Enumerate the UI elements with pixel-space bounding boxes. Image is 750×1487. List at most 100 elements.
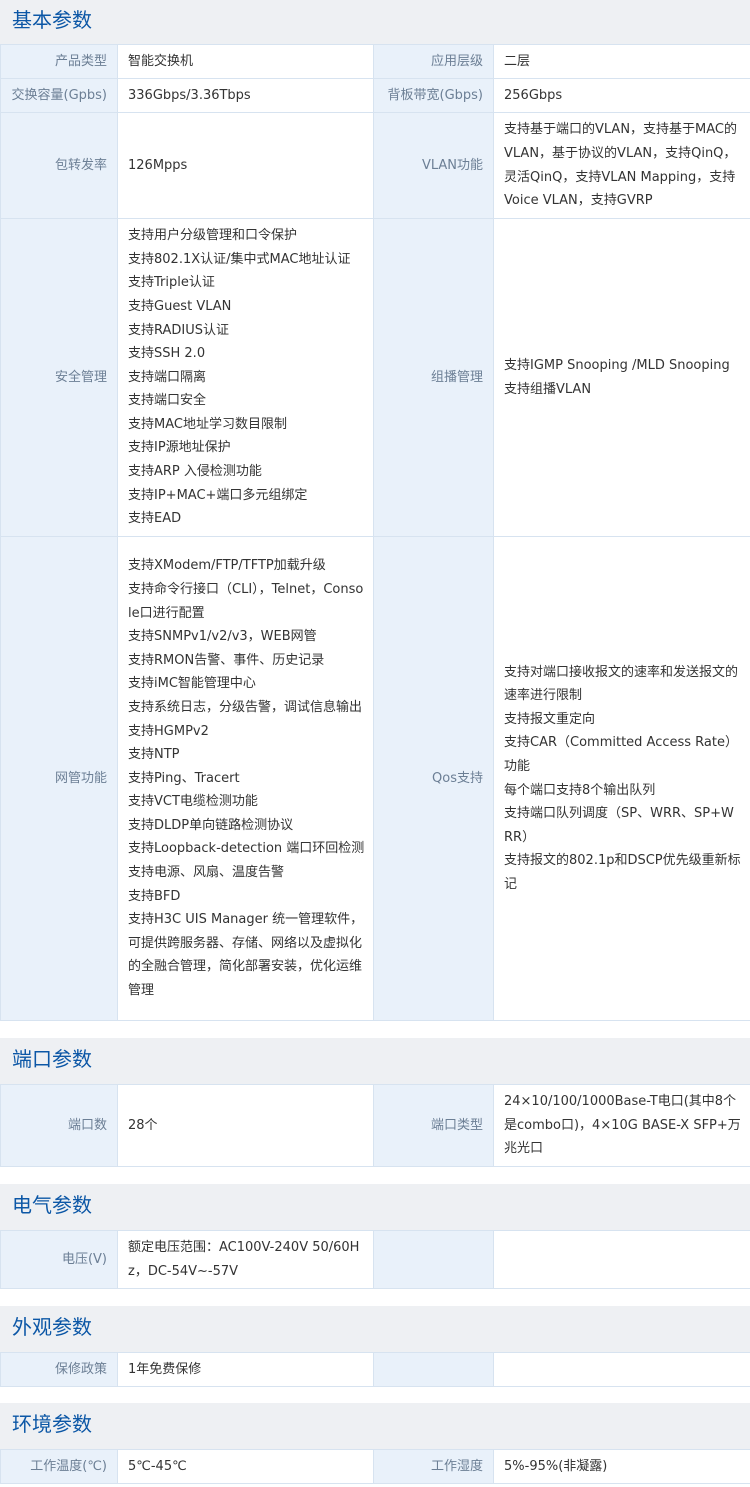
spec-value-line: 支持VCT电缆检测功能 bbox=[128, 794, 258, 810]
spec-value-line: 支持基于端口的VLAN，支持基于MAC的VLAN，基于协议的VLAN，支持Qin… bbox=[504, 122, 738, 209]
section-gap bbox=[0, 1387, 750, 1403]
spec-label: 端口数 bbox=[0, 1084, 118, 1167]
spec-label: Qos支持 bbox=[373, 536, 494, 1021]
section-title-env: 环境参数 bbox=[0, 1403, 750, 1449]
spec-value-line: 28个 bbox=[128, 1117, 158, 1133]
section-title-power: 电气参数 bbox=[0, 1184, 750, 1230]
spec-value-line: 支持报文重定向 bbox=[504, 711, 596, 727]
spec-value bbox=[493, 1230, 750, 1289]
spec-value-line: 支持用户分级管理和口令保护 bbox=[128, 228, 298, 244]
spec-value-line: 支持BFD bbox=[128, 888, 181, 904]
spec-table-port: 端口数 28个 端口类型 24×10/100/1000Base-T电口(其中8个是co… bbox=[0, 1084, 750, 1167]
spec-value-line: 支持对端口接收报文的速率和发送报文的速率进行限制 bbox=[504, 664, 739, 704]
spec-value-line: 5℃-45℃ bbox=[128, 1458, 187, 1474]
spec-value-line: 支持EAD bbox=[128, 511, 182, 527]
spec-value-line: 支持XModem/FTP/TFTP加载升级 bbox=[128, 558, 326, 574]
section-gap bbox=[0, 1021, 750, 1038]
spec-label: 组播管理 bbox=[373, 218, 494, 537]
spec-value: 5℃-45℃ bbox=[117, 1449, 374, 1484]
spec-value: 支持基于端口的VLAN，支持基于MAC的VLAN，基于协议的VLAN，支持Qin… bbox=[493, 112, 750, 219]
spec-value-line: 支持IP+MAC+端口多元组绑定 bbox=[128, 487, 308, 503]
spec-value-line: 126Mpps bbox=[128, 157, 188, 173]
section-gap bbox=[0, 1289, 750, 1306]
spec-value: 24×10/100/1000Base-T电口(其中8个是combo口)，4×10… bbox=[493, 1084, 750, 1167]
spec-value-line: 支持系统日志，分级告警，调试信息输出 bbox=[128, 699, 363, 715]
spec-row: 工作温度(℃) 5℃-45℃ 工作湿度 5%-95%(非凝露) bbox=[0, 1449, 750, 1484]
spec-value-line: 支持NTP bbox=[128, 747, 180, 763]
spec-value-line: 支持HGMPv2 bbox=[128, 723, 209, 739]
spec-label: 安全管理 bbox=[0, 218, 118, 537]
spec-value-line: 二层 bbox=[504, 53, 531, 69]
spec-value-line: 支持RADIUS认证 bbox=[128, 322, 230, 338]
spec-value-line: 支持IP源地址保护 bbox=[128, 440, 231, 456]
spec-row: 包转发率 126Mpps VLAN功能 支持基于端口的VLAN，支持基于MAC的VLA… bbox=[0, 112, 750, 219]
spec-row: 产品类型 智能交换机 应用层级 二层 bbox=[0, 44, 750, 79]
spec-table-power: 电压(V) 额定电压范围：AC100V-240V 50/60Hz，DC-54V~-… bbox=[0, 1230, 750, 1289]
spec-value: 支持XModem/FTP/TFTP加载升级支持命令行接口（CLI），Telnet… bbox=[117, 536, 374, 1021]
spec-value-line: 支持RMON告警、事件、历史记录 bbox=[128, 652, 325, 668]
spec-label: 保修政策 bbox=[0, 1352, 118, 1387]
spec-table-appearance: 保修政策 1年免费保修 bbox=[0, 1352, 750, 1387]
spec-value-line: 支持电源、风扇、温度告警 bbox=[128, 865, 285, 881]
spec-label: 包转发率 bbox=[0, 112, 118, 219]
spec-value-line: 支持H3C UIS Manager 统一管理软件，可提供跨服务器、存储、网络以及… bbox=[128, 912, 364, 999]
spec-label: 网管功能 bbox=[0, 536, 118, 1021]
spec-label: 产品类型 bbox=[0, 44, 118, 79]
spec-value-line: 支持ARP 入侵检测功能 bbox=[128, 464, 262, 480]
spec-value-line: 336Gbps/3.36Tbps bbox=[128, 87, 251, 103]
spec-value-line: 支持802.1X认证/集中式MAC地址认证 bbox=[128, 251, 351, 267]
spec-value-line: 1年免费保修 bbox=[128, 1361, 202, 1377]
spec-row: 安全管理 支持用户分级管理和口令保护 支持802.1X认证/集中式MAC地址认证 支持… bbox=[0, 218, 750, 537]
spec-label: 工作湿度 bbox=[373, 1449, 494, 1484]
spec-value-line: 智能交换机 bbox=[128, 53, 194, 69]
spec-value-line: 支持iMC智能管理中心 bbox=[128, 676, 256, 692]
section-title-port: 端口参数 bbox=[0, 1038, 750, 1084]
spec-value: 336Gbps/3.36Tbps bbox=[117, 78, 374, 113]
spec-table-env: 工作温度(℃) 5℃-45℃ 工作湿度 5%-95%(非凝露) bbox=[0, 1449, 750, 1484]
spec-value-line: 支持端口队列调度（SP、WRR、SP+WRR） bbox=[504, 806, 734, 845]
spec-label: 交换容量(Gpbs) bbox=[0, 78, 118, 113]
spec-value-line: 支持报文的802.1p和DSCP优先级重新标记 bbox=[504, 853, 741, 892]
spec-value: 支持IGMP Snooping /MLD Snooping 支持组播VLAN bbox=[493, 218, 750, 537]
spec-value: 126Mpps bbox=[117, 112, 374, 219]
spec-row: 端口数 28个 端口类型 24×10/100/1000Base-T电口(其中8个是co… bbox=[0, 1084, 750, 1167]
spec-label: 端口类型 bbox=[373, 1084, 494, 1167]
spec-value-line: 支持Loopback-detection 端口环回检测 bbox=[128, 841, 365, 857]
spec-value-line: 24×10/100/1000Base-T电口(其中8个是combo口)，4×10… bbox=[504, 1094, 741, 1157]
spec-value-line: 支持MAC地址学习数目限制 bbox=[128, 416, 287, 432]
spec-label: 电压(V) bbox=[0, 1230, 118, 1289]
spec-label bbox=[373, 1230, 494, 1289]
spec-value-line: 256Gbps bbox=[504, 87, 563, 103]
spec-value: 28个 bbox=[117, 1084, 374, 1167]
section-gap bbox=[0, 1167, 750, 1184]
spec-value: 二层 bbox=[493, 44, 750, 79]
spec-value-line: 额定电压范围：AC100V-240V 50/60Hz，DC-54V~-57V bbox=[128, 1239, 360, 1279]
spec-value-line: 每个端口支持8个输出队列 bbox=[504, 782, 656, 798]
spec-value-line: 支持DLDP单向链路检测协议 bbox=[128, 817, 294, 833]
spec-value-line: 支持CAR（Committed Access Rate）功能 bbox=[504, 735, 738, 774]
spec-value-line: 支持组播VLAN bbox=[504, 381, 592, 397]
spec-value: 额定电压范围：AC100V-240V 50/60Hz，DC-54V~-57V bbox=[117, 1230, 374, 1289]
spec-value: 支持对端口接收报文的速率和发送报文的速率进行限制支持报文重定向支持CAR（Com… bbox=[493, 536, 750, 1021]
section-title-basic: 基本参数 bbox=[0, 0, 750, 44]
spec-label: 应用层级 bbox=[373, 44, 494, 79]
section-title-appearance: 外观参数 bbox=[0, 1306, 750, 1352]
spec-value-line: 支持Ping、Tracert bbox=[128, 770, 240, 786]
spec-row: 交换容量(Gpbs) 336Gbps/3.36Tbps 背板带宽(Gbps) 256G… bbox=[0, 78, 750, 113]
spec-page: 基本参数 产品类型 智能交换机 应用层级 二层交换容量(Gpbs) 336Gbps/3.… bbox=[0, 0, 750, 1484]
spec-table-basic: 产品类型 智能交换机 应用层级 二层交换容量(Gpbs) 336Gbps/3.36Tbp… bbox=[0, 44, 750, 1021]
spec-value-line: 支持Triple认证 bbox=[128, 275, 215, 291]
spec-value-line: 支持IGMP Snooping /MLD Snooping bbox=[504, 357, 730, 373]
spec-value-line: 支持Guest VLAN bbox=[128, 298, 232, 314]
spec-value-line: 支持端口安全 bbox=[128, 393, 207, 409]
spec-value-line: 支持命令行接口（CLI），Telnet，Console口进行配置 bbox=[128, 581, 364, 621]
spec-value: 支持用户分级管理和口令保护支持802.1X认证/集中式MAC地址认证 支持Trip… bbox=[117, 218, 374, 537]
spec-value-line: 支持SSH 2.0 bbox=[128, 346, 206, 362]
spec-value bbox=[493, 1352, 750, 1387]
spec-value: 5%-95%(非凝露) bbox=[493, 1449, 750, 1484]
spec-row: 网管功能 支持XModem/FTP/TFTP加载升级支持命令行接口（CLI），Te… bbox=[0, 536, 750, 1021]
spec-value: 1年免费保修 bbox=[117, 1352, 374, 1387]
spec-label: VLAN功能 bbox=[373, 112, 494, 219]
spec-value: 智能交换机 bbox=[117, 44, 374, 79]
spec-label: 背板带宽(Gbps) bbox=[373, 78, 494, 113]
